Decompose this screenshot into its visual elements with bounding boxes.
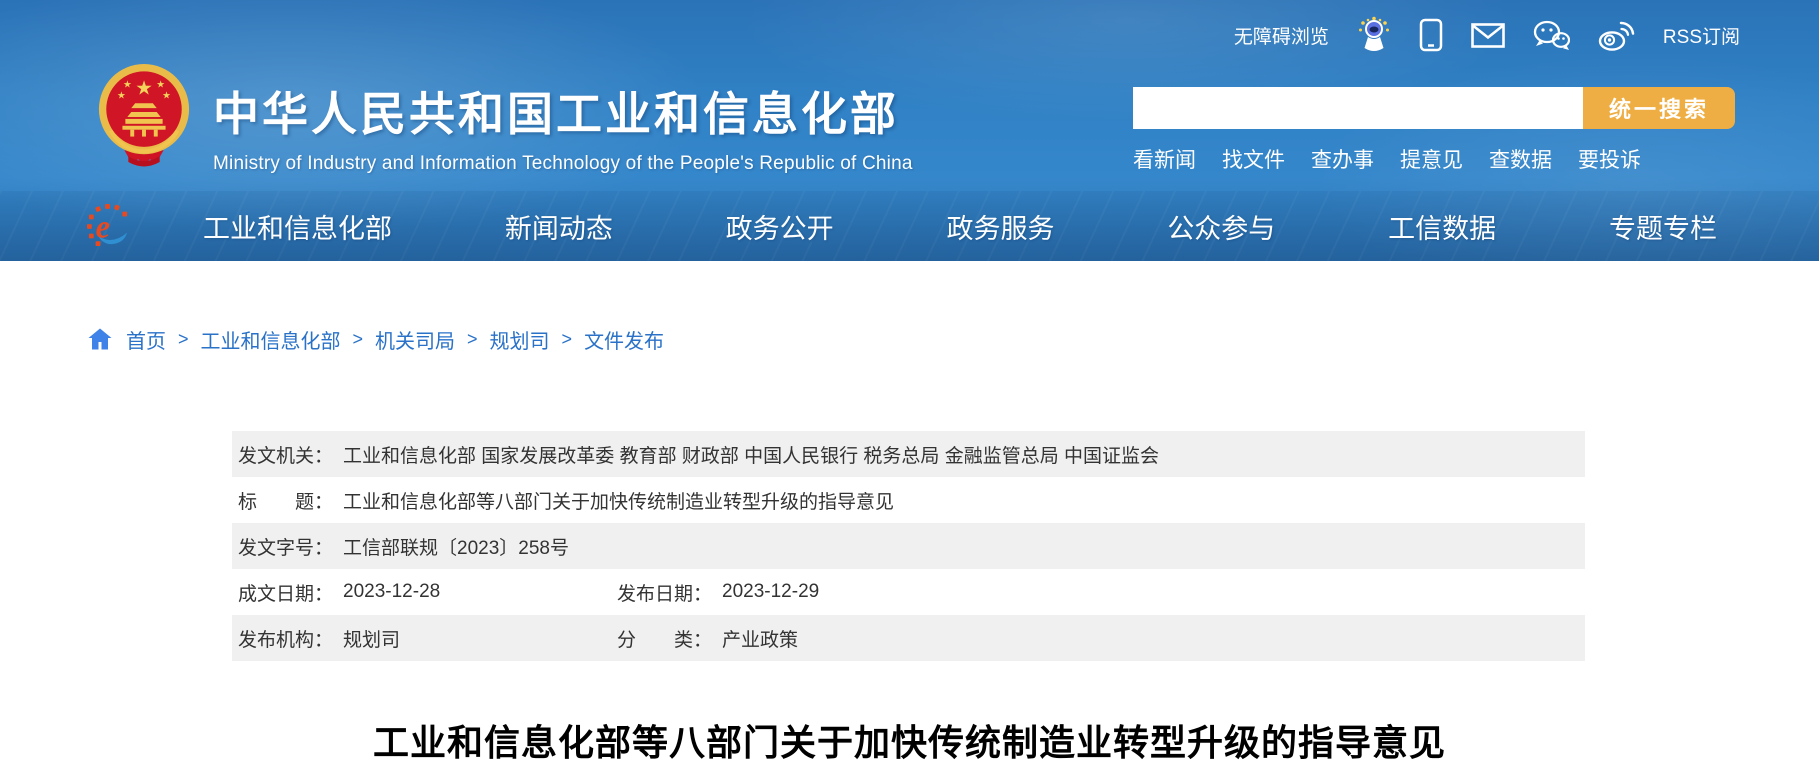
meta-value: 2023-12-29 [722, 581, 819, 603]
weibo-icon[interactable] [1598, 20, 1635, 51]
meta-label: 发文字号： [238, 533, 333, 560]
meta-label: 发文机关： [238, 441, 333, 468]
main-nav: e 工业和信息化部 新闻动态 政务公开 政务服务 公众参与 工信数据 专题专栏 [0, 191, 1819, 261]
quick-link-news[interactable]: 看新闻 [1133, 144, 1196, 174]
meta-value: 工业和信息化部等八部门关于加快传统制造业转型升级的指导意见 [343, 487, 894, 514]
breadcrumb-departments[interactable]: 机关司局 [375, 325, 455, 354]
topbar: 无障碍浏览 [1234, 14, 1740, 56]
nav-item-special[interactable]: 专题专栏 [1609, 207, 1717, 246]
main-content: 首页 > 工业和信息化部 > 机关司局 > 规划司 > 文件发布 发文机关： 工… [0, 325, 1819, 766]
nav-item-gov-info[interactable]: 政务公开 [726, 207, 834, 246]
svg-text:★: ★ [156, 80, 165, 91]
meta-value: 工信部联规〔2023〕258号 [343, 533, 569, 560]
meta-row-publisher-category: 发布机构： 规划司 分 类： 产业政策 [232, 615, 1585, 661]
meta-value: 工业和信息化部 国家发展改革委 教育部 财政部 中国人民银行 税务总局 金融监管… [343, 441, 1159, 468]
meta-value: 产业政策 [722, 625, 798, 652]
breadcrumb-home[interactable]: 首页 [126, 325, 166, 354]
svg-text:★: ★ [117, 90, 126, 101]
document-metadata-table: 发文机关： 工业和信息化部 国家发展改革委 教育部 财政部 中国人民银行 税务总… [232, 431, 1585, 661]
national-emblem-icon: ★ ★ ★ ★ ★ [95, 62, 193, 168]
quick-links: 看新闻 找文件 查办事 提意见 查数据 要投诉 [1133, 144, 1641, 174]
miit-e-logo-icon: e [87, 203, 129, 249]
meta-value: 2023-12-28 [343, 581, 440, 603]
breadcrumb-separator: > [353, 329, 364, 350]
mobile-icon[interactable] [1419, 18, 1443, 52]
svg-text:★: ★ [123, 80, 132, 91]
site-header: 无障碍浏览 [0, 0, 1819, 261]
quick-link-complaints[interactable]: 要投诉 [1578, 144, 1641, 174]
meta-label: 发布日期： [617, 579, 712, 606]
breadcrumb-document-release[interactable]: 文件发布 [584, 325, 664, 354]
accessibility-link[interactable]: 无障碍浏览 [1234, 22, 1329, 49]
quick-link-services[interactable]: 查办事 [1311, 144, 1374, 174]
meta-label: 标 题： [238, 487, 333, 514]
breadcrumb-separator: > [467, 329, 478, 350]
breadcrumb-planning-dept[interactable]: 规划司 [490, 325, 550, 354]
svg-text:★: ★ [135, 77, 153, 99]
home-icon[interactable] [88, 328, 112, 350]
breadcrumb-miit[interactable]: 工业和信息化部 [201, 325, 341, 354]
breadcrumb-separator: > [178, 329, 189, 350]
wechat-icon[interactable] [1533, 20, 1570, 51]
meta-row-issuing-agencies: 发文机关： 工业和信息化部 国家发展改革委 教育部 财政部 中国人民银行 税务总… [232, 431, 1585, 477]
breadcrumb: 首页 > 工业和信息化部 > 机关司局 > 规划司 > 文件发布 [88, 325, 1819, 353]
nav-item-gov-services[interactable]: 政务服务 [946, 207, 1054, 246]
search-area: 统一搜索 看新闻 找文件 查办事 提意见 查数据 要投诉 [1133, 87, 1735, 174]
meta-value: 规划司 [343, 625, 400, 652]
rss-link[interactable]: RSS订阅 [1663, 22, 1740, 49]
quick-link-feedback[interactable]: 提意见 [1400, 144, 1463, 174]
nav-item-miit-data[interactable]: 工信数据 [1388, 207, 1496, 246]
breadcrumb-separator: > [562, 329, 573, 350]
nav-item-participation[interactable]: 公众参与 [1167, 207, 1275, 246]
site-title: 中华人民共和国工业和信息化部 [213, 78, 913, 144]
meta-row-document-number: 发文字号： 工信部联规〔2023〕258号 [232, 523, 1585, 569]
nav-item-miit[interactable]: 工业和信息化部 [203, 207, 392, 246]
mail-icon[interactable] [1471, 23, 1505, 48]
search-button[interactable]: 统一搜索 [1583, 87, 1735, 129]
search-input[interactable] [1133, 87, 1583, 129]
meta-row-title: 标 题： 工业和信息化部等八部门关于加快传统制造业转型升级的指导意见 [232, 477, 1585, 523]
svg-text:★: ★ [162, 90, 171, 101]
robot-mascot-icon[interactable] [1357, 16, 1391, 54]
quick-link-documents[interactable]: 找文件 [1222, 144, 1285, 174]
site-subtitle: Ministry of Industry and Information Tec… [213, 153, 913, 175]
article-title: 工业和信息化部等八部门关于加快传统制造业转型升级的指导意见 [0, 714, 1819, 766]
meta-label: 分 类： [617, 625, 712, 652]
meta-row-dates: 成文日期： 2023-12-28 发布日期： 2023-12-29 [232, 569, 1585, 615]
quick-link-data[interactable]: 查数据 [1489, 144, 1552, 174]
nav-item-news[interactable]: 新闻动态 [505, 207, 613, 246]
meta-label: 发布机构： [238, 625, 333, 652]
site-logo[interactable]: ★ ★ ★ ★ ★ 中华人民共和国工业和信息化部 Ministry of Ind… [95, 62, 913, 175]
meta-label: 成文日期： [238, 579, 333, 606]
